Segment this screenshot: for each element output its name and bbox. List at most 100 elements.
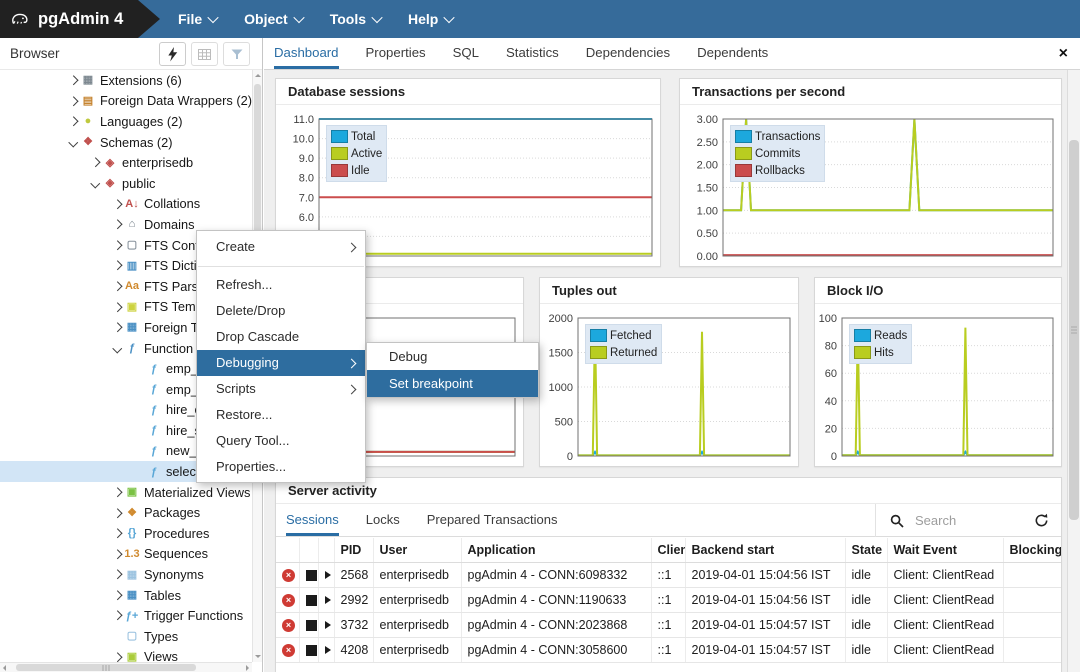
chevron-right-icon[interactable] [110,320,124,334]
context-menu-item-restore[interactable]: Restore... [197,402,365,428]
terminate-session-icon[interactable]: × [282,644,295,657]
tree-item-views[interactable]: ▣Views [0,647,252,662]
dashboard-scroll-thumb[interactable] [1069,140,1079,520]
tree-item-collations[interactable]: A↓Collations [0,194,252,215]
chevron-right-icon[interactable] [66,114,80,128]
terminate-session-icon[interactable]: × [282,619,295,632]
chevron-right-icon[interactable] [110,217,124,231]
chevron-right-icon[interactable] [110,259,124,273]
refresh-icon[interactable] [1034,513,1049,528]
chevron-right-icon[interactable] [110,526,124,540]
tab-dashboard[interactable]: Dashboard [274,38,339,69]
expand-row-icon[interactable] [325,621,331,629]
column-header-blocking[interactable]: Blocking [1003,538,1061,563]
context-menu-item-scripts[interactable]: Scripts [197,376,365,402]
menu-help[interactable]: Help [408,11,453,27]
chevron-right-icon[interactable] [110,609,124,623]
panel-server-activity: Server activity SessionsLocksPrepared Tr… [275,477,1062,672]
tree-item-synonyms[interactable]: ▦Synonyms [0,564,252,585]
chevron-right-icon[interactable] [110,279,124,293]
chevron-right-icon[interactable] [110,547,124,561]
column-header-state[interactable]: State [845,538,887,563]
filtered-rows-button[interactable] [223,42,250,66]
tab-statistics[interactable]: Statistics [506,38,559,69]
submenu-item-set-breakpoint[interactable]: Set breakpoint [367,370,538,397]
sessions-table-header: PIDUserApplicationClientBackend startSta… [276,538,1061,563]
close-tab-icon[interactable]: × [1059,38,1068,70]
tree-item-enterprisedb[interactable]: ◈enterprisedb [0,152,252,173]
chevron-right-icon[interactable] [110,197,124,211]
column-header-wait-event[interactable]: Wait Event [887,538,1003,563]
scroll-left-arrow-icon[interactable] [3,665,6,671]
chevron-right-icon[interactable] [66,94,80,108]
context-menu-item-debugging[interactable]: Debugging [197,350,365,376]
tree-item-types[interactable]: ▢Types [0,626,252,647]
tree-item-extensions-6[interactable]: ▦Extensions (6) [0,70,252,91]
cancel-query-icon[interactable] [306,645,317,656]
chevron-down-icon[interactable] [66,135,80,149]
view-data-button[interactable] [191,42,218,66]
scroll-right-arrow-icon[interactable] [246,665,249,671]
cell: enterprisedb [373,588,461,613]
expand-row-icon[interactable] [325,596,331,604]
tree-hscroll-thumb[interactable] [16,664,196,671]
tree-item-foreign-data-wrappers-2[interactable]: ▤Foreign Data Wrappers (2) [0,91,252,112]
submenu-item-debug[interactable]: Debug [367,343,538,370]
tree-item-tables[interactable]: ▦Tables [0,585,252,606]
sa-tab-prepared-transactions[interactable]: Prepared Transactions [427,504,558,536]
cancel-query-icon[interactable] [306,595,317,606]
column-header-client[interactable]: Client [651,538,685,563]
column-header-user[interactable]: User [373,538,461,563]
context-menu-item-delete-drop[interactable]: Delete/Drop [197,298,365,324]
chevron-right-icon[interactable] [110,300,124,314]
menu-object[interactable]: Object [244,11,303,27]
chevron-right-icon[interactable] [110,588,124,602]
chevron-right-icon[interactable] [110,568,124,582]
chevron-right-icon[interactable] [110,238,124,252]
context-menu-item-properties[interactable]: Properties... [197,454,365,480]
tree-item-procedures[interactable]: {}Procedures [0,523,252,544]
sa-tab-sessions[interactable]: Sessions [286,504,339,536]
context-menu-item-query-tool[interactable]: Query Tool... [197,428,365,454]
tab-properties[interactable]: Properties [366,38,426,69]
expand-row-icon[interactable] [325,571,331,579]
chevron-right-icon[interactable] [110,650,124,662]
sa-tab-locks[interactable]: Locks [366,504,400,536]
dashboard-vertical-scrollbar[interactable] [1067,70,1080,672]
search-input[interactable] [913,512,1025,529]
tree-item-packages[interactable]: ❖Packages [0,502,252,523]
chevron-right-icon[interactable] [88,156,102,170]
tab-dependencies[interactable]: Dependencies [586,38,670,69]
expand-row-icon[interactable] [325,646,331,654]
tree-item-languages-2[interactable]: ●Languages (2) [0,111,252,132]
tab-dependents[interactable]: Dependents [697,38,768,69]
chevron-down-icon[interactable] [88,176,102,190]
tree-horizontal-scrollbar[interactable] [0,662,252,672]
chevron-down-icon[interactable] [110,341,124,355]
cancel-query-icon[interactable] [306,620,317,631]
tree-item-public[interactable]: ◈public [0,173,252,194]
terminate-session-icon[interactable]: × [282,569,295,582]
scroll-up-arrow-icon[interactable] [255,74,261,77]
cancel-query-icon[interactable] [306,570,317,581]
column-header-application[interactable]: Application [461,538,651,563]
cell [1003,613,1061,638]
column-header-backend-start[interactable]: Backend start [685,538,845,563]
tree-item-schemas-2[interactable]: ❖Schemas (2) [0,132,252,153]
chevron-right-icon[interactable] [110,485,124,499]
context-menu-item-create[interactable]: Create [197,233,365,261]
tree-item-trigger-functions[interactable]: ƒ+Trigger Functions [0,605,252,626]
terminate-session-icon[interactable]: × [282,594,295,607]
tree-item-materialized-views[interactable]: ▣Materialized Views [0,482,252,503]
menu-file[interactable]: File [178,11,217,27]
tree-item-sequences[interactable]: 1.3Sequences [0,544,252,565]
tab-sql[interactable]: SQL [453,38,479,69]
menu-tools[interactable]: Tools [330,11,381,27]
chevron-right-icon[interactable] [66,73,80,87]
chevron-right-icon[interactable] [110,506,124,520]
column-header-pid[interactable]: PID [334,538,373,563]
context-menu-item-drop-cascade[interactable]: Drop Cascade [197,324,365,350]
scroll-down-arrow-icon[interactable] [255,655,261,658]
query-tool-button[interactable] [159,42,186,66]
context-menu-item-refresh[interactable]: Refresh... [197,272,365,298]
